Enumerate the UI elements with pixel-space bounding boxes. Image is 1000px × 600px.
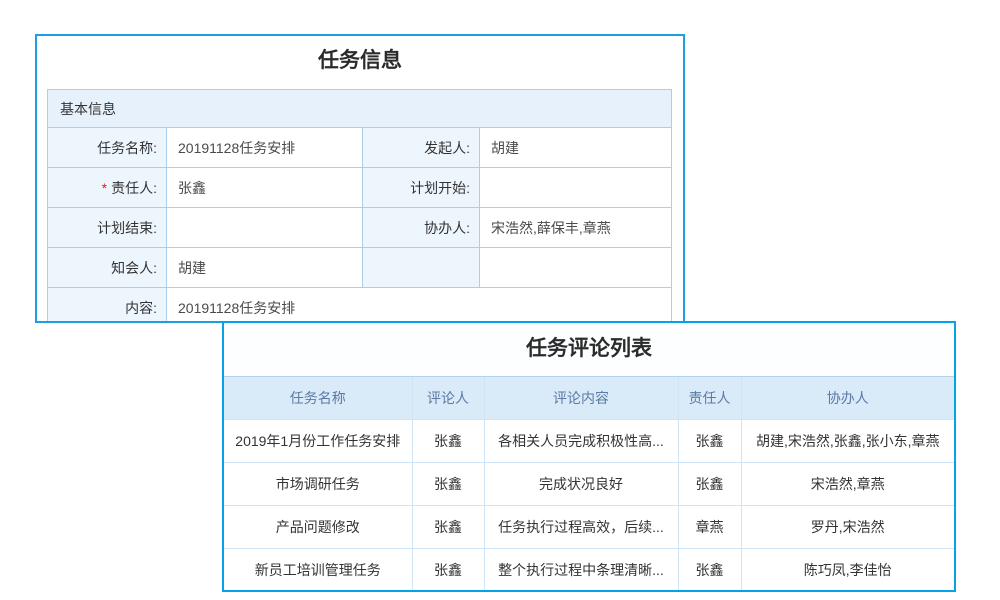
plan-end-label: 计划结束:	[48, 208, 167, 248]
content-value: 20191128任务安排	[167, 288, 672, 324]
basic-info-section-header: 基本信息	[48, 90, 672, 128]
table-row: 产品问题修改 张鑫 任务执行过程高效，后续... 章燕 罗丹,宋浩然	[224, 505, 954, 548]
task-link[interactable]: 市场调研任务	[224, 462, 412, 505]
comment-list-title: 任务评论列表	[224, 335, 954, 363]
collaborators-text: 胡建,宋浩然,张鑫,张小东,章燕	[741, 419, 954, 462]
column-header-task-name: 任务名称	[224, 377, 412, 419]
empty-label-cell	[363, 248, 480, 288]
comment-table-wrap: 任务名称 评论人 评论内容 责任人 协办人 2019年1月份工作任务安排 张鑫 …	[224, 376, 954, 591]
initiator-value: 胡建	[480, 128, 672, 168]
table-row: 新员工培训管理任务 张鑫 整个执行过程中条理清晰... 张鑫 陈巧凤,李佳怡	[224, 548, 954, 591]
task-link[interactable]: 2019年1月份工作任务安排	[224, 419, 412, 462]
comment-text: 各相关人员完成积极性高...	[484, 419, 678, 462]
table-row: 市场调研任务 张鑫 完成状况良好 张鑫 宋浩然,章燕	[224, 462, 954, 505]
task-comment-list-panel: 任务评论列表 任务名称 评论人 评论内容 责任人 协办人 2019年1月份工作任…	[222, 321, 956, 592]
owner-link[interactable]: 张鑫	[678, 419, 741, 462]
task-name-label: 任务名称:	[48, 128, 167, 168]
commenter-link[interactable]: 张鑫	[412, 462, 484, 505]
collaborators-text: 宋浩然,章燕	[741, 462, 954, 505]
task-info-title: 任务信息	[37, 47, 683, 75]
empty-value-cell	[480, 248, 672, 288]
task-info-form: 基本信息 任务名称: 20191128任务安排 发起人: 胡建 *责任人: 张鑫…	[47, 89, 672, 323]
task-link[interactable]: 新员工培训管理任务	[224, 548, 412, 591]
task-link[interactable]: 产品问题修改	[224, 505, 412, 548]
owner-link[interactable]: 张鑫	[678, 462, 741, 505]
form-row: 计划结束: 协办人: 宋浩然,薛保丰,章燕	[48, 208, 672, 248]
comment-table-header-row: 任务名称 评论人 评论内容 责任人 协办人	[224, 377, 954, 419]
content-label: 内容:	[48, 288, 167, 324]
comment-text: 完成状况良好	[484, 462, 678, 505]
owner-link[interactable]: 章燕	[678, 505, 741, 548]
task-name-value: 20191128任务安排	[167, 128, 363, 168]
initiator-label: 发起人:	[363, 128, 480, 168]
column-header-owner: 责任人	[678, 377, 741, 419]
collaborators-text: 罗丹,宋浩然	[741, 505, 954, 548]
plan-start-value	[480, 168, 672, 208]
plan-end-value	[167, 208, 363, 248]
form-row: 知会人: 胡建	[48, 248, 672, 288]
form-row: *责任人: 张鑫 计划开始:	[48, 168, 672, 208]
table-row: 2019年1月份工作任务安排 张鑫 各相关人员完成积极性高... 张鑫 胡建,宋…	[224, 419, 954, 462]
task-info-panel: 任务信息 基本信息 任务名称: 20191128任务安排 发起人: 胡建 *责任…	[35, 34, 685, 323]
column-header-commenter: 评论人	[412, 377, 484, 419]
owner-label-text: 责任人:	[111, 180, 157, 196]
owner-value: 张鑫	[167, 168, 363, 208]
collaborators-text: 陈巧凤,李佳怡	[741, 548, 954, 591]
cc-value: 胡建	[167, 248, 363, 288]
form-row: 内容: 20191128任务安排	[48, 288, 672, 324]
column-header-collaborators: 协办人	[741, 377, 954, 419]
comment-table: 任务名称 评论人 评论内容 责任人 协办人 2019年1月份工作任务安排 张鑫 …	[224, 377, 954, 591]
collaborators-value: 宋浩然,薛保丰,章燕	[480, 208, 672, 248]
comment-text: 任务执行过程高效，后续...	[484, 505, 678, 548]
owner-label: *责任人:	[48, 168, 167, 208]
collaborators-label: 协办人:	[363, 208, 480, 248]
commenter-link[interactable]: 张鑫	[412, 419, 484, 462]
comment-text: 整个执行过程中条理清晰...	[484, 548, 678, 591]
owner-link[interactable]: 张鑫	[678, 548, 741, 591]
form-row: 任务名称: 20191128任务安排 发起人: 胡建	[48, 128, 672, 168]
required-mark: *	[102, 180, 107, 196]
plan-start-label: 计划开始:	[363, 168, 480, 208]
commenter-link[interactable]: 张鑫	[412, 505, 484, 548]
column-header-comment: 评论内容	[484, 377, 678, 419]
commenter-link[interactable]: 张鑫	[412, 548, 484, 591]
cc-label: 知会人:	[48, 248, 167, 288]
